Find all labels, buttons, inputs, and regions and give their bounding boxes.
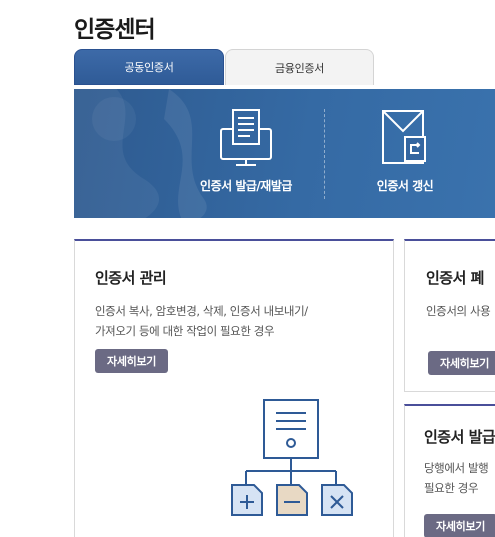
detail-button[interactable]: 자세히보기 (424, 514, 495, 537)
envelope-refresh-icon (382, 110, 426, 164)
page-title: 인증센터 (74, 17, 156, 43)
card-desc-line-2: 필요한 경우 (424, 481, 479, 495)
detail-button[interactable]: 자세히보기 (428, 351, 495, 375)
monitor-document-icon (220, 109, 272, 166)
card-cert-bank-issue: 인증서 발급 당행에서 발행 필요한 경우 자세히보기 (404, 404, 495, 537)
card-desc-line-2: 가져오기 등에 대한 작업이 필요한 경우 (95, 324, 275, 338)
card-desc-line-1: 당행에서 발행 (424, 461, 489, 475)
detail-button[interactable]: 자세히보기 (95, 349, 169, 373)
tab-joint-certificate[interactable]: 공동인증서 (74, 49, 224, 85)
card-desc-line-1: 인증서 복사, 암호변경, 삭제, 인증서 내보내기/ (95, 304, 308, 318)
issue-reissue-label: 인증서 발급/재발급 (200, 179, 292, 193)
card-cert-revoke: 인증서 폐 인증서의 사용 자세히보기 (404, 239, 495, 392)
card-title: 인증서 발급 (424, 428, 495, 446)
cert-management-illustration (231, 399, 353, 516)
card-title: 인증서 폐 (426, 269, 484, 287)
card-cert-management: 인증서 관리 인증서 복사, 암호변경, 삭제, 인증서 내보내기/ 가져오기 … (74, 239, 394, 537)
renew-label: 인증서 갱신 (376, 179, 434, 193)
tab-financial-certificate[interactable]: 금융인증서 (225, 49, 374, 85)
banner-divider (324, 109, 325, 199)
issue-reissue-link[interactable]: 인증서 발급/재발급 (171, 107, 321, 194)
card-title: 인증서 관리 (95, 269, 167, 287)
renew-link[interactable]: 인증서 갱신 (330, 107, 480, 194)
card-desc-line-1: 인증서의 사용 (426, 304, 491, 318)
service-banner: 인증서 발급/재발급 인증서 갱신 (74, 89, 495, 218)
cert-tabs: 공동인증서 금융인증서 (74, 49, 374, 85)
